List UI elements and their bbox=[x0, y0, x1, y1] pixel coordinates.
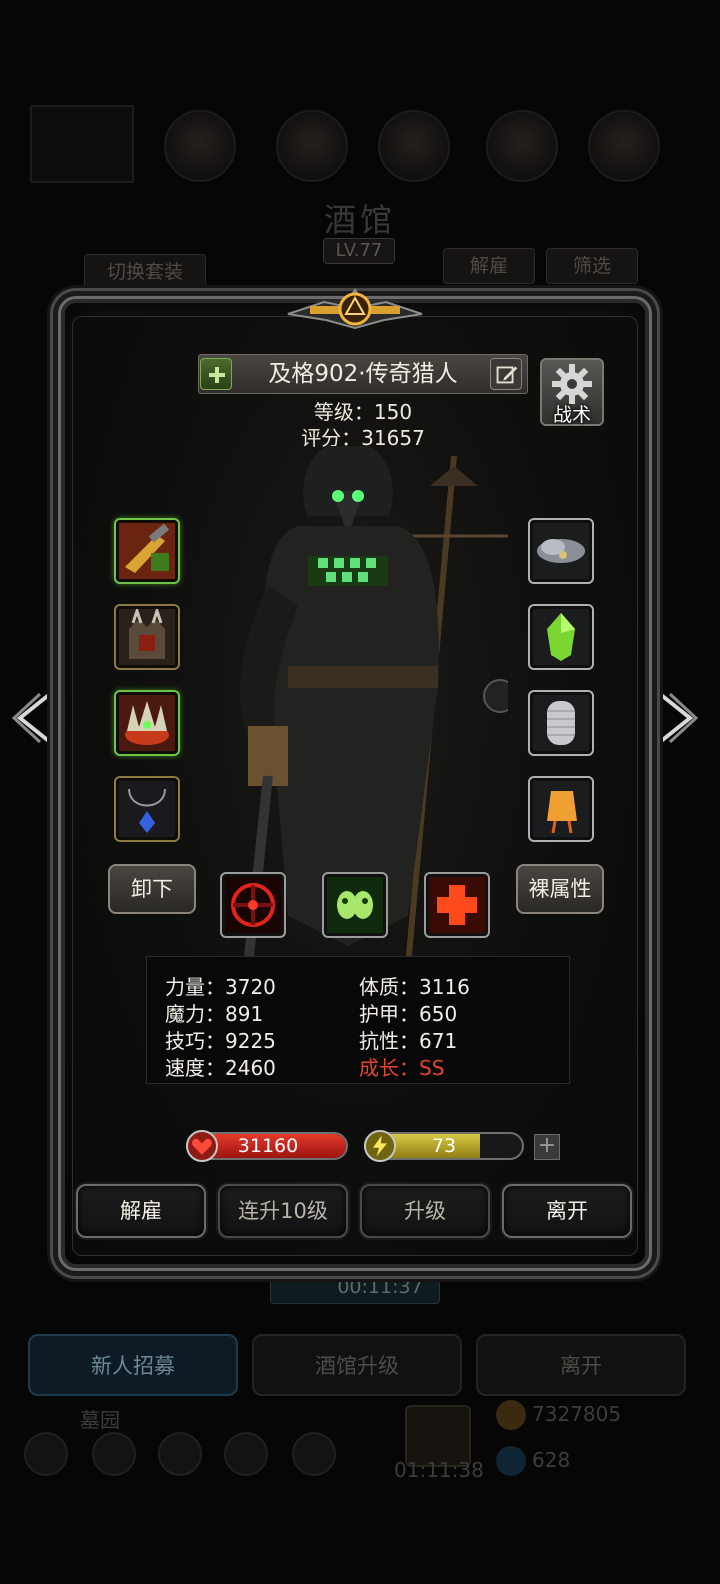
skill-slot-3[interactable] bbox=[424, 872, 490, 938]
gift-timer: 01:11:38 bbox=[394, 1458, 484, 1482]
skill-slot-1[interactable] bbox=[220, 872, 286, 938]
chainmail-glove-icon bbox=[533, 695, 589, 751]
green-skulls-skill-icon bbox=[327, 877, 383, 933]
pencil-icon bbox=[496, 366, 518, 384]
chevron-right-icon bbox=[658, 692, 699, 744]
gold-coin-icon bbox=[496, 1400, 526, 1430]
top-nav-icons bbox=[30, 105, 690, 185]
bottom-nav-icon bbox=[292, 1432, 336, 1476]
add-energy-button[interactable]: + bbox=[534, 1134, 560, 1160]
gold-amount: 7327805 bbox=[532, 1402, 622, 1426]
bottom-nav-icon bbox=[158, 1432, 202, 1476]
base-attributes-button[interactable]: 裸属性 bbox=[516, 864, 604, 914]
accessory-slot-1[interactable] bbox=[528, 518, 594, 584]
level-up-button[interactable]: 升级 bbox=[360, 1184, 490, 1238]
stat-constitution: 体质：3116 bbox=[359, 975, 470, 999]
nav-circle-icon bbox=[276, 110, 348, 182]
gem-amount: 628 bbox=[532, 1448, 571, 1472]
tavern-level: LV.77 bbox=[323, 238, 395, 264]
stats-panel: 力量：3720 体质：3116 魔力：891 护甲：650 技巧：9225 抗性… bbox=[146, 956, 570, 1084]
previous-hero-arrow[interactable] bbox=[10, 690, 58, 746]
tavern-nav-tab bbox=[30, 105, 134, 183]
stat-growth: 成长：SS bbox=[359, 1056, 445, 1080]
crest-emblem-icon bbox=[284, 276, 426, 340]
stat-strength: 力量：3720 bbox=[165, 975, 276, 999]
nav-circle-icon bbox=[378, 110, 450, 182]
bg-dismiss-button: 解雇 bbox=[443, 248, 535, 284]
hero-level: 等级：150 bbox=[313, 400, 413, 424]
next-hero-arrow[interactable] bbox=[652, 690, 700, 746]
switch-outfit-button: 切换套装 bbox=[84, 254, 206, 290]
lantern-icon bbox=[533, 781, 589, 837]
bottom-nav-icon bbox=[24, 1432, 68, 1476]
unequip-button[interactable]: 卸下 bbox=[108, 864, 196, 914]
accessory-slot-3[interactable] bbox=[528, 690, 594, 756]
add-hero-button[interactable] bbox=[200, 358, 232, 390]
heart-icon bbox=[186, 1130, 218, 1162]
helmet-slot[interactable] bbox=[114, 690, 180, 756]
filter-button: 筛选 bbox=[546, 248, 638, 284]
tab-tavern-upgrade: 酒馆升级 bbox=[252, 1334, 462, 1396]
golden-shotgun-icon bbox=[119, 523, 175, 579]
spiked-armor-icon bbox=[119, 609, 175, 665]
accessory-slot-2[interactable] bbox=[528, 604, 594, 670]
hero-name: 及格902·传奇猎人 bbox=[268, 361, 458, 387]
green-gem-icon bbox=[533, 609, 589, 665]
hero-detail-dialog: 及格902·传奇猎人 等级：150 评分：31657 战术 卸下 裸属性 力量：… bbox=[58, 288, 652, 1271]
tactics-button[interactable]: 战术 bbox=[540, 358, 604, 426]
storm-cloud-icon bbox=[533, 523, 589, 579]
thorn-crown-icon bbox=[119, 695, 175, 751]
bottom-nav-icon bbox=[92, 1432, 136, 1476]
tab-new-recruit: 新人招募 bbox=[28, 1334, 238, 1396]
garden-label: 墓园 bbox=[80, 1408, 120, 1432]
stat-resistance: 抗性：671 bbox=[359, 1029, 458, 1053]
rename-button[interactable] bbox=[490, 358, 522, 390]
stat-magic: 魔力：891 bbox=[165, 1002, 264, 1026]
tactics-label: 战术 bbox=[552, 404, 591, 426]
nav-circle-icon bbox=[588, 110, 660, 182]
lightning-icon bbox=[364, 1130, 396, 1162]
tab-leave: 离开 bbox=[476, 1334, 686, 1396]
weapon-slot[interactable] bbox=[114, 518, 180, 584]
leave-button[interactable]: 离开 bbox=[502, 1184, 632, 1238]
red-cross-skill-icon bbox=[429, 877, 485, 933]
gem-icon bbox=[496, 1446, 526, 1476]
stat-armor: 护甲：650 bbox=[359, 1002, 458, 1026]
tavern-title: 酒馆 bbox=[323, 201, 396, 239]
accessory-slot-4[interactable] bbox=[528, 776, 594, 842]
necklace-slot[interactable] bbox=[114, 776, 180, 842]
hero-name-bar: 及格902·传奇猎人 bbox=[198, 354, 528, 394]
skill-slot-2[interactable] bbox=[322, 872, 388, 938]
blue-pendant-icon bbox=[119, 781, 175, 837]
nav-circle-icon bbox=[164, 110, 236, 182]
dismiss-button[interactable]: 解雇 bbox=[76, 1184, 206, 1238]
bottom-bar: 墓园 01:11:38 7327805 628 bbox=[0, 1400, 720, 1584]
stat-skill: 技巧：9225 bbox=[165, 1029, 276, 1053]
armor-slot[interactable] bbox=[114, 604, 180, 670]
nav-circle-icon bbox=[486, 110, 558, 182]
bottom-nav-icon bbox=[224, 1432, 268, 1476]
level-up-10-button[interactable]: 连升10级 bbox=[218, 1184, 348, 1238]
chevron-left-icon bbox=[11, 692, 52, 744]
red-target-skill-icon bbox=[225, 877, 281, 933]
stat-speed: 速度：2460 bbox=[165, 1056, 276, 1080]
recruit-timer: 00:11:37 bbox=[337, 1276, 423, 1298]
